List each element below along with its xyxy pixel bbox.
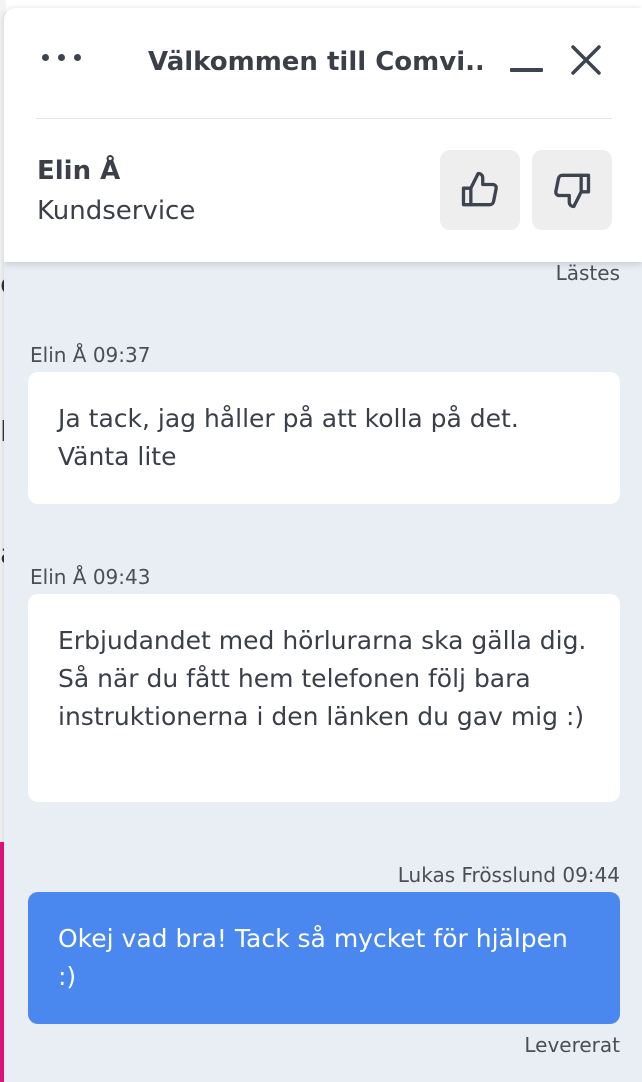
close-button[interactable]	[566, 40, 606, 80]
thumbs-down-icon	[554, 173, 591, 209]
thumbs-up-button[interactable]	[440, 150, 520, 230]
chat-widget: Välkommen till Comvi... Elin Å Kundservi…	[4, 8, 642, 1082]
thumbs-up-icon	[461, 171, 498, 207]
minimize-button[interactable]	[506, 48, 548, 84]
message-sender-time: Elin Å 09:37	[30, 343, 151, 367]
header-divider	[36, 118, 612, 119]
agent-name: Elin Å	[37, 156, 121, 186]
agent-message-bubble: Erbjudandet med hörlurarna ska gälla dig…	[28, 594, 620, 802]
chat-title: Välkommen till Comvi...	[148, 47, 482, 77]
message-sender-time: Lukas Frösslund 09:44	[397, 863, 620, 887]
user-message-bubble: Okej vad bra! Tack så mycket för hjälpen…	[28, 892, 620, 1024]
message-sender-time: Elin Å 09:43	[30, 565, 151, 589]
chat-header: Välkommen till Comvi... Elin Å Kundservi…	[4, 8, 642, 262]
close-icon	[571, 45, 601, 75]
agent-message-bubble: Ja tack, jag håller på att kolla på det.…	[28, 372, 620, 504]
agent-role: Kundservice	[37, 196, 196, 226]
delivered-status: Levererat	[524, 1033, 620, 1057]
thumbs-down-button[interactable]	[532, 150, 612, 230]
more-options-button[interactable]	[38, 38, 86, 78]
message-list: Lästes Elin Å 09:37 Ja tack, jag håller …	[4, 261, 642, 1082]
read-status: Lästes	[555, 261, 620, 285]
minimize-icon	[510, 68, 543, 72]
